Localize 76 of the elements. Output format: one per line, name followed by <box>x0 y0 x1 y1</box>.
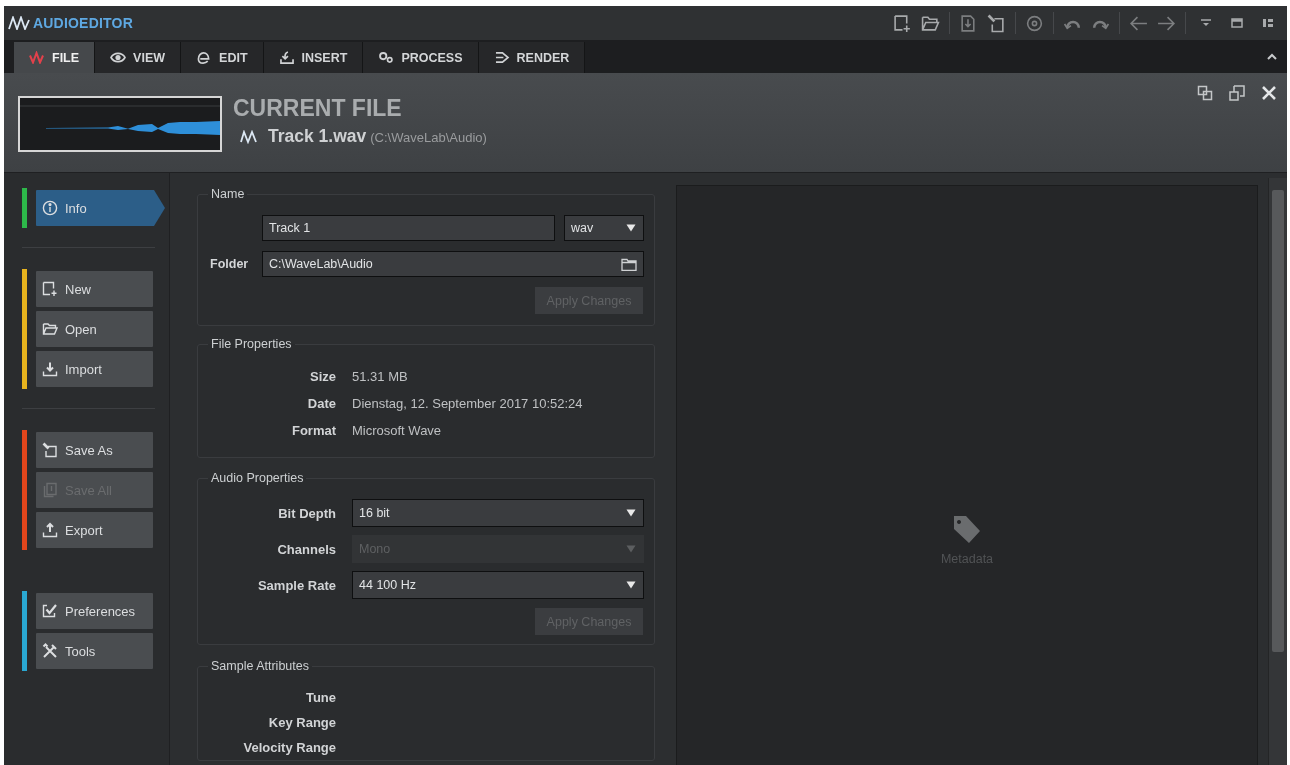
sidebar-button[interactable]: Info <box>36 190 165 226</box>
wave-icon <box>29 51 45 64</box>
property-label: Channels <box>276 541 336 557</box>
caret-up-icon[interactable] <box>1267 53 1277 60</box>
property-label: Format <box>290 423 336 438</box>
sidebar-button[interactable]: Tools <box>36 633 153 669</box>
ribbon-tab[interactable]: VIEW <box>95 42 182 73</box>
file-path-text: (C:\WaveLab\Audio) <box>370 130 487 145</box>
dropdown-menu-icon[interactable] <box>1200 17 1212 29</box>
eye-icon <box>110 51 127 64</box>
app-title: AUDIOEDITOR <box>33 15 133 31</box>
property-label: Sample Rate <box>256 577 336 593</box>
property-label: Date <box>306 396 336 411</box>
property-label: Size <box>309 369 336 384</box>
arrow-icon <box>493 51 510 64</box>
property-dropdown[interactable]: 16 bit <box>352 499 644 527</box>
checkbox-icon <box>42 603 58 619</box>
new-file-icon <box>42 281 58 297</box>
folder-icon[interactable] <box>921 13 940 33</box>
caret-down-icon <box>626 224 636 232</box>
group-title: Name <box>210 187 246 201</box>
save-icon[interactable] <box>959 13 978 33</box>
scrollbar[interactable] <box>1268 178 1287 765</box>
wave-icon <box>240 129 258 144</box>
property-value: 51.31 MB <box>352 369 409 384</box>
property-label: Bit Depth <box>277 505 336 521</box>
caret-down-icon <box>626 581 636 589</box>
sidebar-button[interactable]: Preferences <box>36 593 153 629</box>
current-file-title: CURRENT FILE <box>233 95 403 121</box>
folder-icon[interactable] <box>621 257 637 271</box>
property-dropdown[interactable]: 44 100 Hz <box>352 571 644 599</box>
property-value: Dienstag, 12. September 2017 10:52:24 <box>352 396 584 411</box>
property-label: Tune <box>304 690 336 705</box>
download-tray-icon <box>278 51 295 64</box>
upload-icon <box>42 522 58 538</box>
sidebar-button[interactable]: Save As <box>36 432 153 468</box>
sidebar-button[interactable]: Export <box>36 512 153 548</box>
tag-icon <box>952 514 982 546</box>
property-label: Key Range <box>267 715 336 730</box>
new-file-icon[interactable] <box>893 13 912 33</box>
folder-icon <box>42 321 58 337</box>
document-pen-icon <box>42 442 58 458</box>
file-name-field[interactable]: Track 1 <box>262 215 555 241</box>
folder-field[interactable]: C:\WaveLab\Audio <box>262 251 644 277</box>
property-label: Velocity Range <box>242 740 336 755</box>
group-title: Sample Attributes <box>210 659 310 673</box>
caret-down-icon <box>626 509 636 517</box>
download-icon <box>42 361 58 377</box>
overlap-squares-icon[interactable] <box>1197 85 1213 101</box>
group-title: File Properties <box>210 337 293 351</box>
window-icon[interactable] <box>1231 17 1243 29</box>
window-restore-icon[interactable] <box>1229 85 1245 101</box>
group-title: Audio Properties <box>210 471 305 485</box>
ribbon-tab[interactable]: EDIT <box>181 42 264 73</box>
wave-logo-icon <box>8 16 30 30</box>
tools-icon <box>42 643 58 659</box>
two-circles-icon <box>378 51 395 64</box>
close-icon[interactable] <box>1261 85 1277 101</box>
extension-dropdown[interactable]: wav <box>564 215 644 241</box>
ribbon-tab[interactable]: PROCESS <box>363 42 479 73</box>
caret-down-icon <box>626 545 636 553</box>
document-pen-icon[interactable] <box>987 13 1006 33</box>
file-name-text: Track 1.wav <box>268 126 367 147</box>
sidebar-button[interactable]: New <box>36 271 153 307</box>
documents-icon <box>42 482 58 498</box>
ribbon-tab[interactable]: RENDER <box>478 42 586 73</box>
layout-icon[interactable] <box>1262 17 1274 29</box>
sidebar-button[interactable]: Import <box>36 351 153 387</box>
circle-target-icon[interactable] <box>1025 13 1044 33</box>
scrollbar-thumb[interactable] <box>1272 190 1284 652</box>
property-value: Microsoft Wave <box>352 423 443 438</box>
sidebar-button[interactable]: Open <box>36 311 153 347</box>
ribbon-tab[interactable]: FILE <box>14 42 96 73</box>
folder-label: Folder <box>210 257 250 271</box>
ribbon-tab[interactable]: INSERT <box>263 42 364 73</box>
info-icon <box>42 200 58 216</box>
